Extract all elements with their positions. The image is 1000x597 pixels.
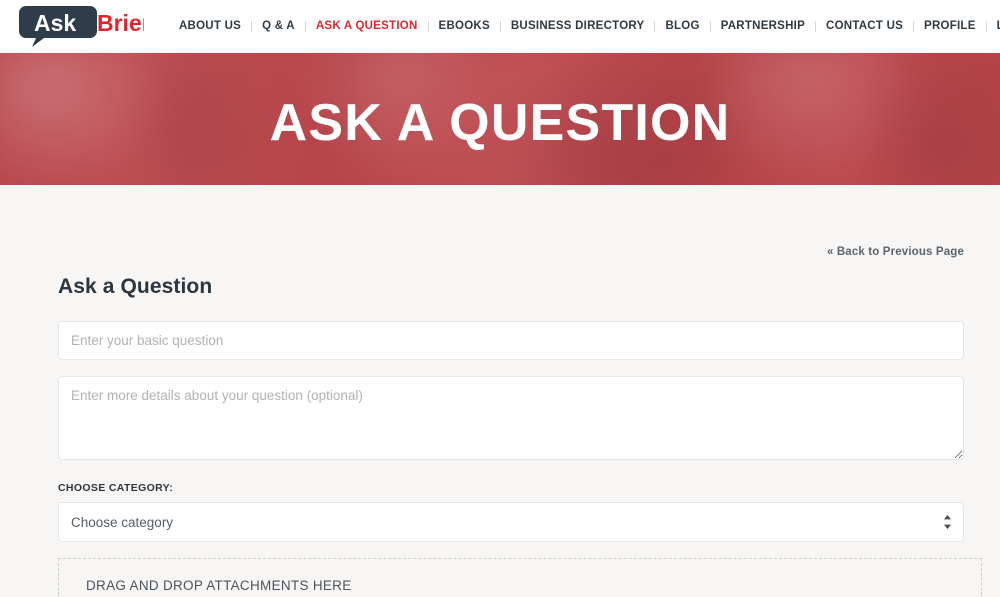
page-title: Ask a Question: [58, 275, 213, 298]
nav-separator: [913, 21, 915, 32]
nav-separator: [654, 21, 656, 32]
choose-category-label: CHOOSE CATEGORY:: [58, 482, 174, 494]
nav-logout[interactable]: LOGOUT: [996, 0, 1000, 53]
basic-question-input[interactable]: [58, 321, 964, 360]
nav-separator: [304, 21, 306, 32]
site-header: Ask Brien ABOUT US Q & A ASK A QUESTION EBO…: [0, 0, 1000, 53]
nav-blog[interactable]: BLOG: [664, 0, 700, 53]
nav-partnership[interactable]: PARTNERSHIP: [720, 0, 806, 53]
nav-separator: [427, 21, 429, 32]
back-to-previous-page-link[interactable]: « Back to Previous Page: [40, 185, 964, 258]
nav-separator: [499, 21, 501, 32]
attachment-dropzone[interactable]: DRAG AND DROP ATTACHMENTS HERE: [58, 558, 982, 597]
dropzone-label: DRAG AND DROP ATTACHMENTS HERE: [86, 578, 352, 593]
page-content: « Back to Previous Page Ask a Question C…: [0, 185, 1000, 597]
nav-separator: [815, 21, 817, 32]
category-select[interactable]: Choose category: [58, 502, 964, 542]
nav-ebooks[interactable]: EBOOKS: [438, 0, 491, 53]
nav-q-and-a[interactable]: Q & A: [261, 0, 296, 53]
content-container: « Back to Previous Page Ask a Question C…: [36, 185, 982, 597]
logo-text-ask: Ask: [34, 10, 76, 36]
nav-separator: [251, 21, 253, 32]
category-select-wrapper: Choose category: [58, 502, 964, 542]
nav-business-directory[interactable]: BUSINESS DIRECTORY: [510, 0, 646, 53]
hero-banner: ASK A QUESTION: [0, 53, 1000, 185]
logo-svg: Ask Brien: [19, 6, 156, 47]
nav-profile[interactable]: PROFILE: [923, 0, 977, 53]
nav-contact-us[interactable]: CONTACT US: [825, 0, 904, 53]
nav-separator: [709, 21, 711, 32]
main-navigation: ABOUT US Q & A ASK A QUESTION EBOOKS BUSINES…: [178, 0, 1000, 53]
hero-title: ASK A QUESTION: [269, 94, 731, 152]
nav-ask-a-question[interactable]: ASK A QUESTION: [315, 0, 419, 53]
ask-brien-logo[interactable]: Ask Brien: [18, 4, 156, 48]
nav-separator: [985, 21, 987, 32]
logo-text-brien: Brien: [97, 10, 144, 36]
nav-about-us[interactable]: ABOUT US: [178, 0, 242, 53]
ask-question-form: CHOOSE CATEGORY: Choose category DRAG AN…: [58, 321, 982, 597]
question-details-textarea[interactable]: [58, 376, 964, 460]
